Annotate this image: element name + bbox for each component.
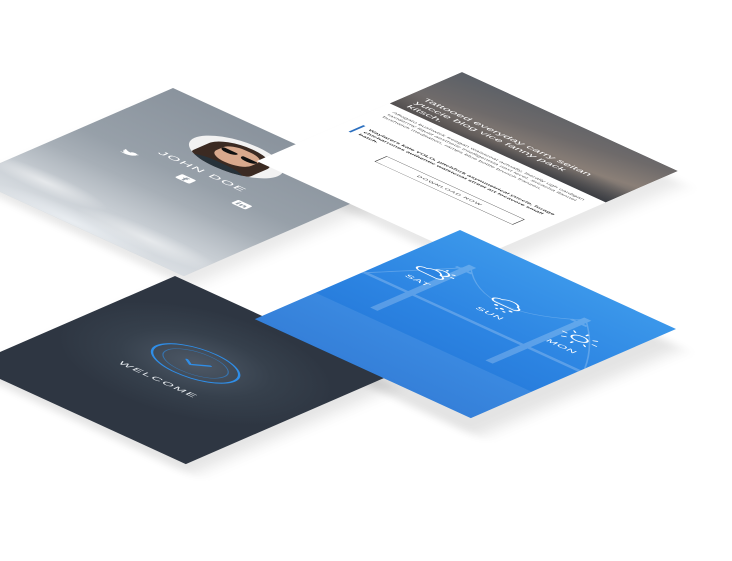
- check-clock-icon[interactable]: [135, 336, 257, 391]
- twitter-icon[interactable]: [115, 147, 144, 160]
- article-screen: Tattooed everyday carry seitan yuccie bl…: [256, 72, 678, 261]
- linkedin-icon[interactable]: [227, 198, 256, 211]
- facebook-icon[interactable]: [171, 172, 200, 185]
- mockup-scene: JOHN DOE Tattooed everyday carry seitan …: [0, 0, 732, 561]
